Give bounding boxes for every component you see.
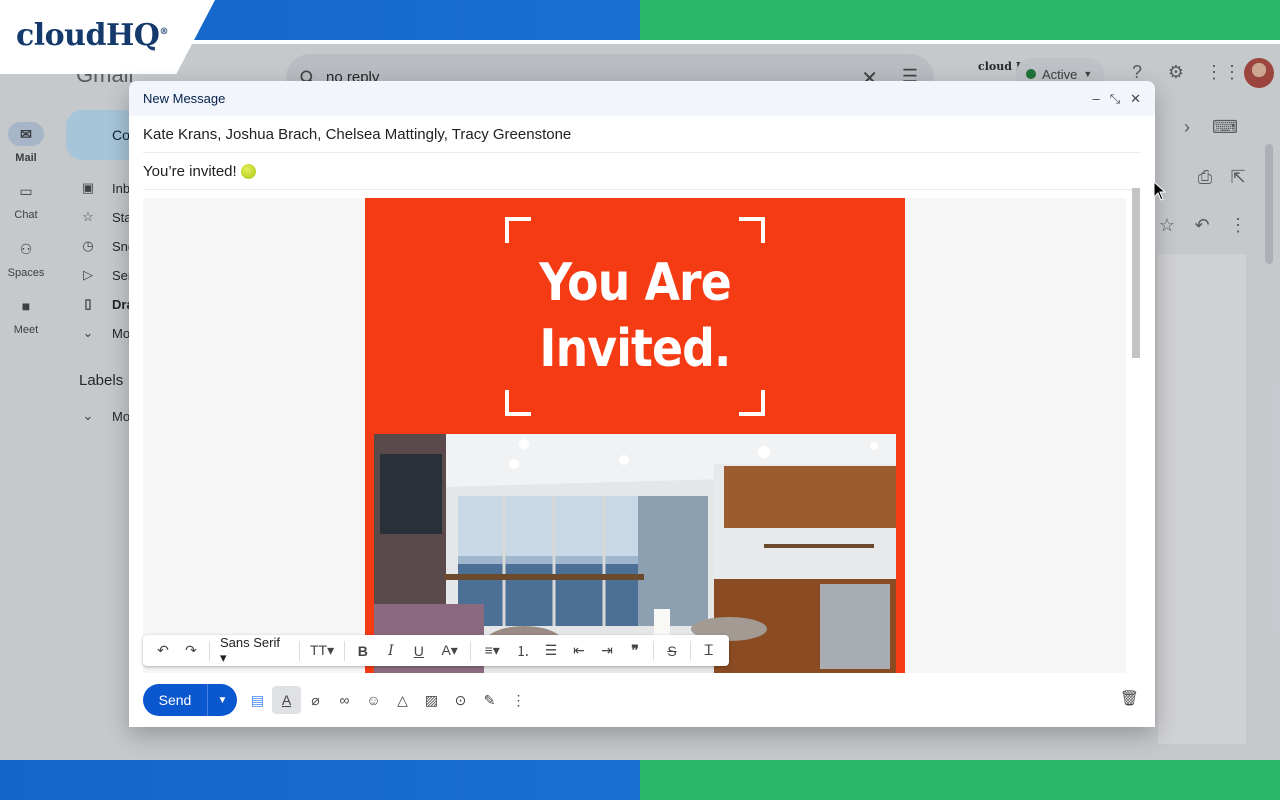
link-icon[interactable]: ∞ [330,686,359,714]
underline-icon[interactable]: U [405,637,433,665]
toolbar-divider [209,640,210,661]
font-family-select[interactable]: Sans Serif ▾ [214,635,295,666]
attach-icon[interactable]: ⌀ [301,686,330,714]
corner-bracket [739,390,765,416]
toolbar-divider [653,640,654,661]
close-icon[interactable]: ✕ [1130,91,1141,107]
brand-name: cloudHQ [16,18,160,53]
docs-icon[interactable]: ▤ [243,686,272,714]
message-body[interactable]: You Are Invited. [143,198,1126,673]
tennis-ball-icon [240,163,256,179]
photo-icon[interactable]: ▨ [417,686,446,714]
recipients-field[interactable]: Kate Krans, Joshua Brach, Chelsea Mattin… [143,116,1141,153]
mouse-cursor-icon [1153,181,1167,201]
redo-icon[interactable]: ↷ [177,637,205,665]
align-icon[interactable]: ≡▾ [475,637,509,665]
quote-icon[interactable]: ❞ [621,637,649,665]
brand-registered-mark: ® [159,27,168,37]
indent-less-icon[interactable]: ⇤ [565,637,593,665]
indent-more-icon[interactable]: ⇥ [593,637,621,665]
corner-bracket [739,217,765,243]
remove-formatting-icon[interactable]: Ꮖ [695,637,723,665]
send-options-icon[interactable]: ▼ [207,684,237,716]
scrollbar-thumb[interactable] [1132,188,1140,358]
emoji-icon[interactable]: ☺ [359,686,388,714]
italic-icon[interactable]: I [377,637,405,665]
more-options-icon[interactable]: ⋮ [504,686,533,714]
subject-field[interactable]: You’re invited! [143,153,1141,190]
bold-icon[interactable]: B [349,637,377,665]
compose-header[interactable]: New Message – ⤡ ✕ [129,81,1155,116]
recipients-value: Kate Krans, Joshua Brach, Chelsea Mattin… [143,125,572,143]
minimize-icon[interactable]: – [1092,91,1099,107]
signature-icon[interactable]: ✎ [475,686,504,714]
invitation-line-1: You Are [539,253,732,313]
full-screen-icon[interactable]: ⤡ [1110,91,1120,107]
invitation-heading: You Are Invited. [521,250,750,382]
compose-title: New Message [143,91,226,106]
corner-bracket [505,390,531,416]
invitation-line-2: Invited. [539,319,731,379]
send-button-group: Send ▼ [143,684,237,716]
send-button[interactable]: Send [143,684,207,716]
confidential-mode-icon[interactable]: ⊙ [446,686,475,714]
toolbar-divider [343,640,345,661]
formatting-options-icon[interactable]: A [272,686,301,714]
subject-value: You’re invited! [143,162,237,180]
text-color-icon[interactable]: A▾ [433,637,467,665]
toolbar-divider [299,640,301,661]
drive-icon[interactable]: △ [388,686,417,714]
undo-icon[interactable]: ↶ [149,637,177,665]
invitation-graphic: You Are Invited. [365,198,905,673]
font-size-icon[interactable]: TT▾ [304,637,340,665]
corner-bracket [505,217,531,243]
discard-draft-icon[interactable]: 🗑 [1120,689,1139,707]
toolbar-divider [470,640,472,661]
compose-scrollbar[interactable] [1130,188,1140,673]
formatting-toolbar: ↶ ↷ Sans Serif ▾ TT▾ B I U A▾ ≡▾ ⒈ ☰ ⇤ ⇥… [143,635,729,666]
font-family-value: Sans Serif [219,635,280,650]
bulleted-list-icon[interactable]: ☰ [537,637,565,665]
compose-actions-bar: Send ▼ ▤ A ⌀ ∞ ☺ △ ▨ ⊙ ✎ ⋮ 🗑 [129,673,1155,727]
toolbar-divider [689,640,691,661]
strikethrough-icon[interactable]: S [658,637,686,665]
numbered-list-icon[interactable]: ⒈ [509,637,537,665]
compose-window: New Message – ⤡ ✕ Kate Krans, Joshua Bra… [129,81,1155,727]
bottom-banner [0,760,1280,800]
